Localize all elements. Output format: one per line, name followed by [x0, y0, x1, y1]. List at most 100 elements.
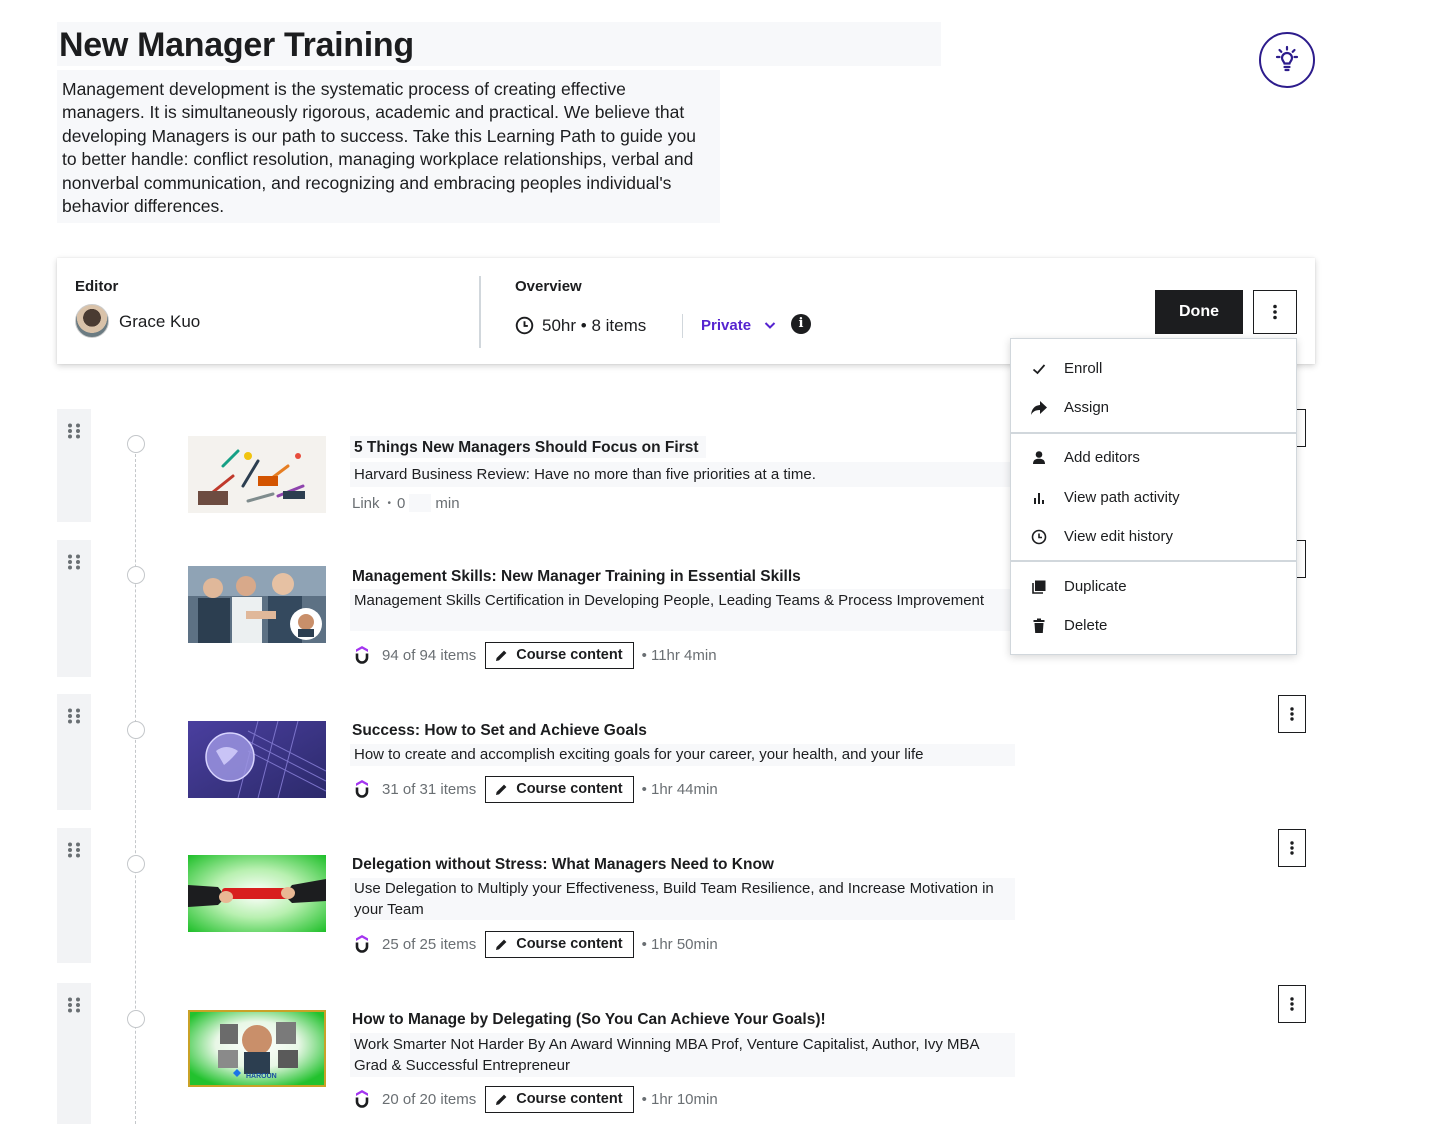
item-meta: 94 of 94 items Course content • 11hr 4mi…	[352, 641, 717, 669]
share-arrow-icon	[1029, 398, 1049, 418]
item-title[interactable]: How to Manage by Delegating (So You Can …	[352, 1011, 826, 1029]
menu-item-enroll[interactable]: Enroll	[1011, 349, 1296, 388]
menu-item-view-edit-history[interactable]: View edit history	[1011, 517, 1296, 556]
timeline-node	[127, 435, 145, 453]
item-duration: • 1hr 44min	[641, 780, 718, 798]
menu-item-label: View edit history	[1064, 528, 1173, 545]
path-more-options-button[interactable]	[1253, 290, 1297, 334]
chevron-down-icon[interactable]	[763, 318, 777, 332]
drag-handle-icon	[68, 708, 80, 724]
duration-unit: min	[435, 494, 460, 512]
item-title[interactable]: Delegation without Stress: What Managers…	[352, 856, 774, 874]
course-content-button[interactable]: Course content	[485, 775, 634, 803]
item-title[interactable]: Success: How to Set and Achieve Goals	[352, 722, 647, 740]
pencil-icon	[496, 650, 507, 661]
trash-icon	[1029, 616, 1049, 636]
progress-count: 20 of 20 items	[382, 1090, 477, 1108]
progress-count: 94 of 94 items	[382, 646, 477, 664]
menu-item-duplicate[interactable]: Duplicate	[1011, 567, 1296, 606]
item-duration: • 1hr 50min	[641, 935, 718, 953]
card-divider	[479, 276, 481, 348]
progress-count: 31 of 31 items	[382, 780, 477, 798]
avatar[interactable]	[75, 304, 109, 338]
item-thumbnail[interactable]	[188, 855, 326, 932]
menu-item-label: View path activity	[1064, 489, 1180, 506]
timeline-node	[127, 566, 145, 584]
course-content-button[interactable]: Course content	[485, 930, 634, 958]
check-icon	[1029, 359, 1049, 379]
kebab-icon	[1290, 841, 1294, 855]
kebab-icon	[1273, 304, 1277, 320]
drag-handle[interactable]	[57, 828, 91, 963]
path-duration: 50hr	[542, 316, 577, 335]
done-button[interactable]: Done	[1155, 290, 1243, 334]
menu-item-delete[interactable]: Delete	[1011, 606, 1296, 645]
kebab-icon	[1290, 707, 1294, 721]
clock-icon	[1029, 527, 1049, 547]
item-thumbnail[interactable]	[188, 436, 326, 513]
item-subtitle: Management Skills Certification in Devel…	[354, 592, 985, 609]
overview-summary: 50hr • 8 items	[542, 316, 646, 336]
path-options-menu: Enroll Assign Add editors View path acti…	[1010, 338, 1297, 655]
duration-value: 0	[397, 494, 406, 512]
tips-button[interactable]	[1259, 32, 1315, 88]
item-type: Link	[352, 494, 380, 512]
editor-label: Editor	[75, 278, 119, 295]
timeline-node	[127, 1010, 145, 1028]
timeline-node	[127, 721, 145, 739]
path-item-count: 8 items	[591, 316, 647, 335]
course-content-label: Course content	[516, 647, 623, 663]
info-icon[interactable]: i	[791, 314, 811, 334]
kebab-icon	[1290, 997, 1294, 1011]
menu-item-label: Assign	[1064, 399, 1110, 416]
drag-handle[interactable]	[57, 694, 91, 810]
bar-chart-icon	[1029, 488, 1049, 508]
item-title[interactable]: 5 Things New Managers Should Focus on Fi…	[354, 439, 698, 457]
item-thumbnail[interactable]	[188, 721, 326, 798]
menu-item-label: Add editors	[1064, 449, 1140, 466]
item-thumbnail[interactable]: HAROUN	[188, 1010, 326, 1087]
menu-item-view-path-activity[interactable]: View path activity	[1011, 478, 1296, 517]
item-duration: • 1hr 10min	[641, 1090, 718, 1108]
course-content-button[interactable]: Course content	[485, 641, 634, 669]
page-description[interactable]: Management development is the systematic…	[62, 78, 702, 218]
menu-item-label: Duplicate	[1064, 578, 1127, 595]
menu-item-add-editors[interactable]: Add editors	[1011, 438, 1296, 477]
item-more-options-button[interactable]	[1278, 829, 1306, 867]
progress-count: 25 of 25 items	[382, 935, 477, 953]
course-content-button[interactable]: Course content	[485, 1085, 634, 1113]
timeline-node	[127, 855, 145, 873]
item-meta: 25 of 25 items Course content • 1hr 50mi…	[352, 930, 718, 958]
pencil-icon	[496, 1094, 507, 1105]
menu-item-label: Delete	[1064, 617, 1108, 634]
drag-handle[interactable]	[57, 540, 91, 677]
lightbulb-icon	[1275, 45, 1299, 72]
menu-item-assign[interactable]: Assign	[1011, 388, 1296, 427]
item-subtitle: Harvard Business Review: Have no more th…	[354, 466, 816, 483]
item-more-options-button[interactable]	[1278, 695, 1306, 733]
pencil-icon	[496, 939, 507, 950]
drag-handle[interactable]	[57, 409, 91, 522]
course-content-label: Course content	[516, 781, 623, 797]
item-meta: Link • 0 min	[352, 489, 460, 517]
visibility-dropdown[interactable]: Private	[701, 317, 751, 334]
overview-divider	[682, 314, 683, 338]
udemy-logo-icon	[352, 780, 372, 798]
editor-name: Grace Kuo	[119, 312, 201, 331]
item-meta: 20 of 20 items Course content • 1hr 10mi…	[352, 1085, 718, 1113]
item-subtitle: Work Smarter Not Harder By An Award Winn…	[354, 1036, 979, 1074]
item-thumbnail[interactable]	[188, 566, 326, 643]
drag-handle[interactable]	[57, 983, 91, 1124]
course-content-label: Course content	[516, 1091, 623, 1107]
drag-handle-icon	[68, 842, 80, 858]
item-subtitle: Use Delegation to Multiply your Effectiv…	[354, 880, 994, 918]
page-title[interactable]: New Manager Training	[59, 26, 414, 65]
item-title[interactable]: Management Skills: New Manager Training …	[352, 568, 801, 586]
udemy-logo-icon	[352, 1090, 372, 1108]
menu-divider	[1011, 560, 1296, 562]
item-more-options-button[interactable]	[1278, 985, 1306, 1023]
clock-icon	[515, 316, 534, 335]
pencil-icon	[496, 784, 507, 795]
item-subtitle: How to create and accomplish exciting go…	[354, 746, 924, 763]
drag-handle-icon	[68, 554, 80, 570]
